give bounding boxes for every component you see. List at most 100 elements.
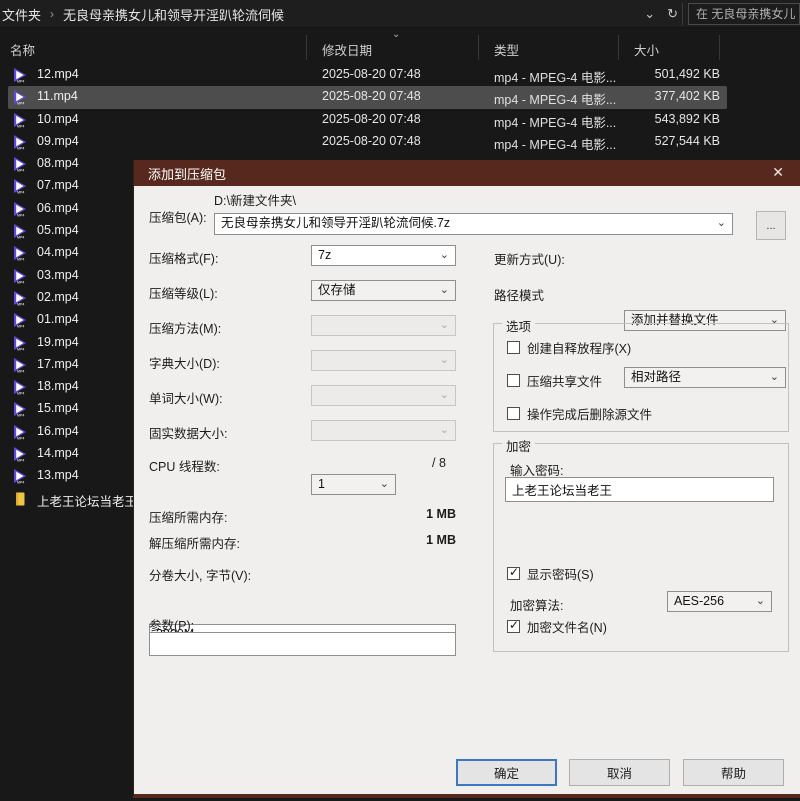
mp4-video-icon: MP4 [14, 424, 26, 440]
column-header-date[interactable]: 修改日期 [322, 40, 372, 59]
cpu-threads-combobox[interactable]: 1 [311, 474, 396, 495]
svg-text:MP4: MP4 [17, 369, 24, 373]
mp4-video-icon: MP4 [14, 68, 26, 84]
file-size: 527,544 KB [654, 133, 720, 148]
field-combobox[interactable] [311, 420, 456, 441]
mp4-video-icon: MP4 [14, 134, 26, 150]
option-row[interactable]: 创建自释放程序(X) [507, 338, 800, 357]
field-value: 7z [318, 248, 332, 262]
encryption-method-label: 加密算法: [510, 599, 564, 613]
field-label: 字典大小(D): [149, 357, 220, 371]
field-combobox[interactable] [311, 315, 456, 336]
show-password-row[interactable]: 显示密码(S) [507, 564, 594, 583]
column-divider[interactable] [306, 35, 307, 60]
field-row: 压缩格式(F): 7z [149, 245, 456, 266]
field-combobox[interactable] [311, 385, 456, 406]
cancel-button[interactable]: 取消 [569, 759, 670, 786]
mp4-video-icon: MP4 [14, 112, 26, 128]
field-combobox[interactable]: 7z [311, 245, 456, 266]
mp4-video-icon: MP4 [14, 290, 26, 306]
file-name: 09.mp4 [37, 133, 79, 148]
checkbox[interactable] [507, 407, 520, 420]
checkbox[interactable] [507, 341, 520, 354]
field-label: 压缩格式(F): [149, 252, 219, 266]
column-header-type[interactable]: 类型 [494, 40, 519, 59]
browse-button-label: ... [766, 219, 776, 232]
checkbox-label: 压缩共享文件 [527, 375, 603, 389]
mp4-video-icon: MP4 [14, 90, 26, 105]
column-header-name[interactable]: 名称 [10, 40, 35, 59]
file-name: 05.mp4 [37, 223, 79, 238]
breadcrumb-folder[interactable]: 无良母亲携女儿和领导开淫趴轮流伺候 [63, 5, 284, 24]
svg-text:MP4: MP4 [17, 392, 24, 396]
svg-text:MP4: MP4 [17, 325, 24, 329]
encrypt-filenames-checkbox[interactable] [507, 618, 520, 633]
parameters-input[interactable] [149, 632, 456, 656]
option-row[interactable]: 压缩共享文件 [507, 371, 800, 390]
checkbox-label: 创建自释放程序(X) [527, 342, 632, 356]
field-row: 单词大小(W): [149, 385, 456, 406]
field-value: 仅存储 [318, 283, 356, 297]
column-divider[interactable] [618, 35, 619, 60]
file-row[interactable]: MP4 10.mp4 2025-08-20 07:48 mp4 - MPEG-4… [8, 109, 727, 131]
encryption-method-combobox[interactable]: AES-256 [667, 591, 772, 612]
close-icon[interactable]: ✕ [772, 164, 784, 181]
column-divider[interactable] [719, 35, 720, 60]
browse-button[interactable]: ... [756, 211, 786, 240]
breadcrumb-root[interactable]: 文件夹 [2, 5, 41, 24]
file-name: 07.mp4 [37, 178, 79, 193]
file-row[interactable]: MP4 12.mp4 2025-08-20 07:48 mp4 - MPEG-4… [8, 64, 727, 86]
option-row[interactable]: 操作完成后删除源文件 [507, 404, 800, 423]
search-input[interactable] [688, 3, 800, 25]
encryption-group-legend: 加密 [502, 436, 536, 455]
svg-text:MP4: MP4 [17, 80, 24, 84]
volume-size-label: 分卷大小, 字节(V): [149, 569, 252, 583]
file-name: 04.mp4 [37, 245, 79, 260]
svg-text:MP4: MP4 [17, 459, 24, 463]
mp4-video-icon: MP4 [14, 447, 26, 463]
file-row[interactable]: MP4 11.mp4 2025-08-20 07:48 mp4 - MPEG-4… [8, 86, 727, 109]
dialog-body: 压缩包(A): D:\新建文件夹\ 无良母亲携女儿和领导开淫趴轮流伺候.7z .… [134, 186, 800, 794]
password-input[interactable] [505, 477, 774, 502]
options-group-legend: 选项 [502, 316, 536, 335]
mp4-video-icon: MP4 [14, 179, 26, 194]
file-name: 上老王论坛当老王 [37, 494, 138, 509]
checkbox[interactable] [507, 374, 520, 387]
field-row: 压缩等级(L): 仅存储 [149, 280, 456, 301]
svg-text:MP4: MP4 [17, 302, 24, 306]
file-name: 19.mp4 [37, 334, 79, 349]
field-row: 固实数据大小: [149, 420, 456, 441]
mp4-video-icon: MP4 [14, 313, 26, 329]
options-group: 选项 创建自释放程序(X) 压缩共享文件 操作完成后删除源文件 [493, 316, 789, 432]
file-size: 377,402 KB [654, 89, 720, 104]
cpu-threads-label: CPU 线程数: [149, 460, 220, 474]
encrypt-filenames-row[interactable]: 加密文件名(N) [507, 617, 607, 636]
svg-text:MP4: MP4 [17, 169, 24, 173]
ok-button[interactable]: 确定 [456, 759, 557, 786]
options-checkbox-list: 创建自释放程序(X) 压缩共享文件 操作完成后删除源文件 [494, 338, 788, 423]
show-password-checkbox[interactable] [507, 565, 520, 580]
archive-directory: D:\新建文件夹\ [214, 194, 296, 208]
archive-name-combobox[interactable]: 无良母亲携女儿和领导开淫趴轮流伺候.7z [214, 213, 733, 235]
archive-name-value: 无良母亲携女儿和领导开淫趴轮流伺候.7z [221, 216, 451, 230]
address-dropdown-chevron-icon[interactable]: ⌄ [644, 6, 655, 22]
yellow-file-icon [16, 492, 25, 506]
file-name: 08.mp4 [37, 156, 79, 171]
field-combobox[interactable] [311, 350, 456, 371]
column-divider[interactable] [478, 35, 479, 60]
refresh-icon[interactable]: ↻ [667, 6, 678, 22]
file-name: 15.mp4 [37, 401, 79, 416]
field-combobox[interactable]: 仅存储 [311, 280, 456, 301]
svg-text:MP4: MP4 [17, 436, 24, 440]
file-date: 2025-08-20 07:48 [322, 89, 421, 104]
mp4-video-icon: MP4 [14, 380, 26, 396]
field-label: 固实数据大小: [149, 427, 228, 441]
dialog-title-bar[interactable]: 添加到压缩包 ✕ [134, 160, 800, 186]
file-name: 16.mp4 [37, 423, 79, 438]
help-button[interactable]: 帮助 [683, 759, 784, 786]
cpu-threads-value: 1 [318, 477, 325, 491]
file-date: 2025-08-20 07:48 [322, 67, 421, 81]
file-row[interactable]: MP4 09.mp4 2025-08-20 07:48 mp4 - MPEG-4… [8, 131, 727, 153]
cancel-button-label: 取消 [606, 767, 632, 781]
column-header-size[interactable]: 大小 [634, 40, 659, 59]
